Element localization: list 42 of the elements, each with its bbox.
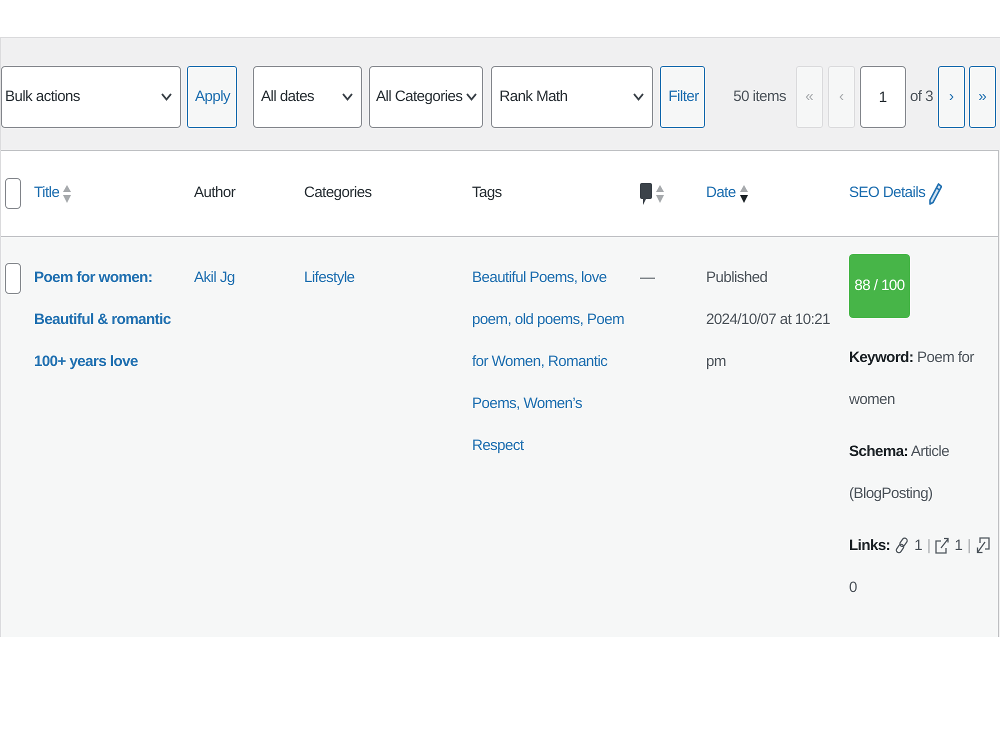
category-filter-dropdown[interactable]: All Categories <box>369 66 484 128</box>
date-filter-dropdown[interactable]: All dates <box>253 66 362 128</box>
filter-button[interactable]: Filter <box>660 66 706 128</box>
link-count: 1 <box>954 536 962 556</box>
column-header-link[interactable]: Date <box>706 182 736 205</box>
chevron-down-icon <box>633 93 644 101</box>
link-separator: | <box>967 536 971 556</box>
column-header-link[interactable]: Title <box>34 182 60 205</box>
seo-filter-dropdown[interactable]: Rank Math <box>491 66 654 128</box>
post-status: Published <box>706 268 768 288</box>
column-header: Author <box>194 183 236 204</box>
page-number-field[interactable]: 1 <box>860 66 906 128</box>
comment-bubble-icon <box>640 182 652 204</box>
external-link-icon <box>935 537 950 555</box>
incoming-link-icon <box>976 537 990 555</box>
page-total: of 3 <box>910 86 933 107</box>
links-label: Links: <box>849 536 890 556</box>
column-header-link[interactable]: SEO Details <box>849 182 926 205</box>
pencil-icon <box>929 182 942 204</box>
category-link[interactable]: Lifestyle <box>304 269 355 286</box>
last-page-button[interactable]: » <box>969 66 996 128</box>
next-page-button[interactable]: › <box>938 66 965 128</box>
link-separator: | <box>927 536 930 556</box>
bulk-actions-dropdown[interactable]: Bulk actions <box>1 66 181 128</box>
column-header: Tags <box>472 183 502 204</box>
chevron-down-icon <box>161 93 172 101</box>
seo-score-badge: 88 / 100 <box>849 254 910 318</box>
chevron-down-icon <box>466 93 478 101</box>
link-count: 0 <box>849 578 857 598</box>
item-count: 50 items <box>733 86 786 107</box>
column-header: Categories <box>304 183 372 204</box>
chevron-down-icon <box>342 93 353 101</box>
comment-count: — <box>640 269 654 286</box>
link-count: 1 <box>914 536 922 556</box>
row-checkbox[interactable] <box>5 263 21 294</box>
schema-type: Schema: Article (BlogPosting) <box>849 442 950 504</box>
apply-button[interactable]: Apply <box>187 66 237 128</box>
post-date: 2024/10/07 at 10:21 pm <box>706 310 831 372</box>
select-all-checkbox[interactable] <box>5 178 21 209</box>
author-link[interactable]: Akil Jg <box>194 269 235 286</box>
link-icon <box>895 537 910 555</box>
focus-keyword: Keyword: Poem for women <box>849 348 976 410</box>
